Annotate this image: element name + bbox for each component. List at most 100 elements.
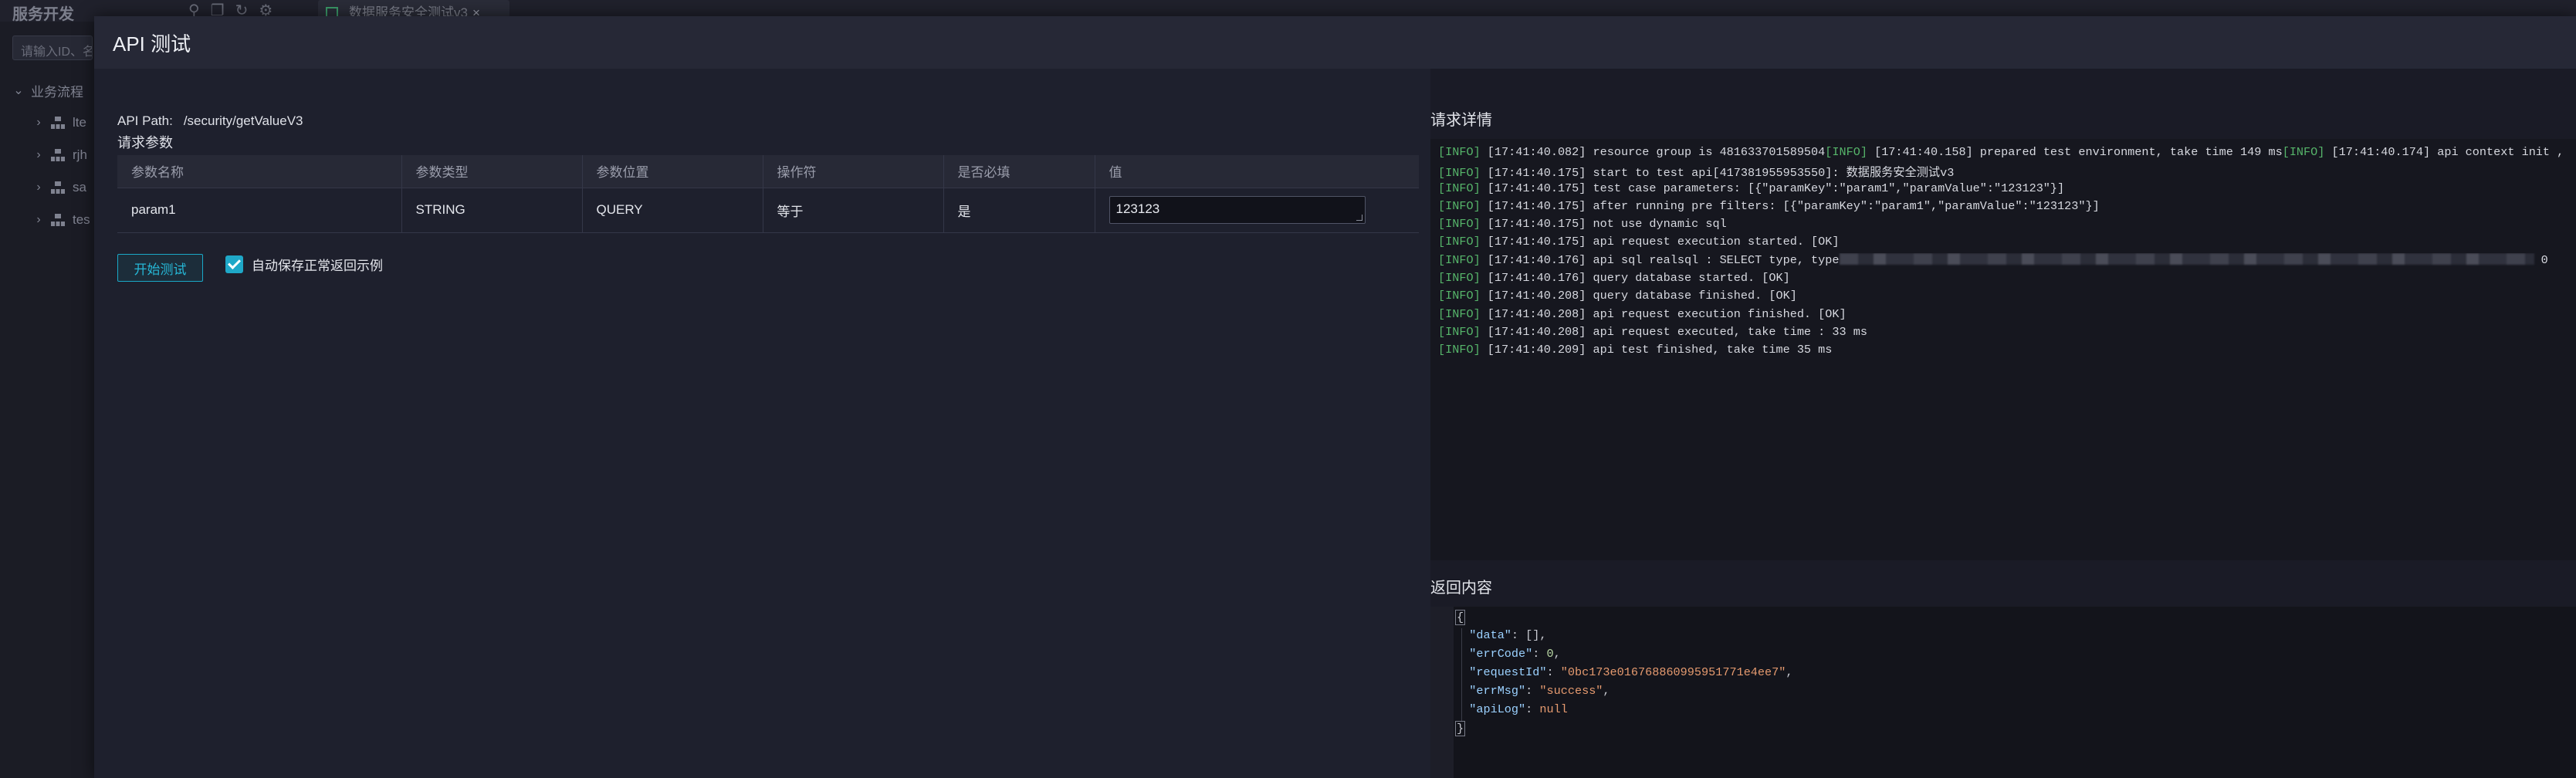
column-header: 参数位置 <box>582 155 763 188</box>
log-level: [INFO] <box>1438 181 1481 195</box>
tree-node[interactable]: ⌄ 业务流程 <box>0 74 96 107</box>
column-header: 是否必填 <box>943 155 1095 188</box>
log-line: [INFO] [17:41:40.175] after running pre … <box>1438 199 2568 217</box>
tree-node-label: 业务流程 <box>31 84 83 100</box>
json-line: } <box>1454 721 2576 739</box>
response-title: 返回内容 <box>1430 580 1492 597</box>
request-config-pane: API Path: /security/getValueV3 请求参数 参数名称 … <box>94 69 1430 778</box>
editor-gutter <box>1430 607 1454 778</box>
chevron-right-icon: › <box>36 148 41 161</box>
org-tree-icon <box>51 214 65 226</box>
column-header: 参数名称 <box>117 155 402 188</box>
json-value: 0 <box>1546 647 1554 661</box>
tree-node-label: sa <box>73 180 86 194</box>
log-level: [INFO] <box>1438 145 1481 159</box>
params-title: 请求参数 <box>117 135 173 151</box>
indent-guide <box>1461 665 1462 684</box>
json-comma: , <box>1539 628 1547 642</box>
autosave-checkbox[interactable]: 自动保存正常返回示例 <box>225 255 383 274</box>
log-level: [INFO] <box>1438 235 1481 249</box>
resize-handle-icon[interactable] <box>1356 215 1362 221</box>
log-level: [INFO] <box>1438 306 1481 321</box>
json-value: null <box>1539 702 1568 716</box>
api-path-value: /security/getValueV3 <box>183 113 303 128</box>
tree-node[interactable]: › lte <box>0 107 96 139</box>
request-detail-title: 请求详情 <box>1430 112 1492 129</box>
log-text: [17:41:40.175] start to test api[4173819… <box>1480 166 1955 181</box>
json-key: "errMsg" <box>1469 684 1526 698</box>
param-type: STRING <box>401 188 583 233</box>
json-brace-open: { <box>1455 610 1466 625</box>
business-tree: ⌄ 业务流程 › lte › rjh › sa › tes <box>0 74 96 236</box>
log-line: [INFO] [17:41:40.208] query database fin… <box>1438 289 2568 306</box>
log-text: [17:41:40.175] api request execution sta… <box>1480 235 1840 249</box>
chevron-right-icon: › <box>36 116 41 129</box>
tree-node[interactable]: › tes <box>0 204 96 236</box>
log-line: [INFO] [17:41:40.082] resource group is … <box>1438 145 2568 163</box>
tree-node[interactable]: › sa <box>0 171 96 204</box>
param-value-cell: 123123 <box>1095 188 1419 233</box>
app-title: 服务开发 <box>12 6 74 23</box>
tree-node-label: tes <box>73 212 90 227</box>
log-level: [INFO] <box>1438 324 1481 339</box>
json-value: "success" <box>1539 684 1603 698</box>
column-header: 参数类型 <box>401 155 583 188</box>
table-row: param1 STRING QUERY 等于 是 123123 <box>117 188 1419 233</box>
start-test-button[interactable]: 开始测试 <box>117 254 203 282</box>
param-operator: 等于 <box>763 188 944 233</box>
json-colon: : <box>1525 702 1540 716</box>
search-input[interactable]: 请输入ID、名称 <box>12 36 93 60</box>
json-colon: : <box>1511 628 1526 642</box>
param-position: QUERY <box>582 188 763 233</box>
json-brace-close: } <box>1455 721 1466 736</box>
log-line: [INFO] [17:41:40.176] query database sta… <box>1438 271 2568 289</box>
json-line: "errCode": 0, <box>1454 647 2576 665</box>
log-level: [INFO] <box>1438 198 1481 213</box>
json-value: [] <box>1525 628 1540 642</box>
org-tree-icon <box>51 149 65 161</box>
tree-node-label: rjh <box>73 147 87 162</box>
redacted-region <box>1839 252 2534 265</box>
log-text: [17:41:40.208] api request executed, tak… <box>1480 324 1867 339</box>
json-key: "data" <box>1469 628 1511 642</box>
tree-node-label: lte <box>73 115 86 130</box>
api-test-modal: API 测试 API Path: /security/getValueV3 请求参… <box>94 16 2576 778</box>
response-json-viewer[interactable]: { "data": [], "errCode": 0, "requestId":… <box>1430 607 2576 778</box>
log-text: [17:41:40.175] not use dynamic sql <box>1480 217 1727 232</box>
tree-node[interactable]: › rjh <box>0 139 96 171</box>
log-level: [INFO] <box>1438 217 1481 232</box>
column-header: 操作符 <box>763 155 944 188</box>
log-line: [INFO] [17:41:40.176] api sql realsql : … <box>1438 252 2568 271</box>
checkbox-checked-icon[interactable] <box>225 255 243 273</box>
params-table: 参数名称 参数类型 参数位置 操作符 是否必填 值 param1 STRING … <box>117 155 1419 233</box>
org-tree-icon <box>51 181 65 194</box>
indent-guide <box>1461 684 1462 702</box>
log-text: [17:41:40.176] api sql realsql : SELECT … <box>1480 252 1840 267</box>
log-level: [INFO] <box>1438 252 1481 267</box>
modal-title: API 测试 <box>113 32 191 56</box>
json-key: "requestId" <box>1469 665 1547 679</box>
json-line: "requestId": "0bc173e016768860995951771e… <box>1454 665 2576 684</box>
indent-guide <box>1461 702 1462 721</box>
log-level: [INFO] <box>1438 289 1481 303</box>
request-log[interactable]: [INFO] [17:41:40.082] resource group is … <box>1430 139 2576 560</box>
autosave-label: 自动保存正常返回示例 <box>252 259 383 273</box>
log-text: [17:41:40.176] query database started. [… <box>1480 271 1790 286</box>
log-level: [INFO] <box>1438 343 1481 357</box>
json-colon: : <box>1532 647 1547 661</box>
column-header: 值 <box>1095 155 1419 188</box>
log-line: [INFO] [17:41:40.208] api request execut… <box>1438 325 2568 343</box>
json-colon: : <box>1525 684 1540 698</box>
log-text: [17:41:40.209] api test finished, take t… <box>1480 343 1833 357</box>
param-name: param1 <box>117 188 402 233</box>
org-tree-icon <box>51 117 65 129</box>
log-text: [17:41:40.175] after running pre filters… <box>1480 198 2100 213</box>
log-line: [INFO] [17:41:40.175] start to test api[… <box>1438 163 2568 181</box>
json-value: "0bc173e016768860995951771e4ee7" <box>1560 665 1786 679</box>
json-key: "errCode" <box>1469 647 1533 661</box>
json-colon: : <box>1546 665 1561 679</box>
log-line: [INFO] [17:41:40.175] api request execut… <box>1438 235 2568 252</box>
json-line: { <box>1454 610 2576 628</box>
json-comma: , <box>1603 684 1610 698</box>
param-value-input[interactable]: 123123 <box>1109 196 1366 224</box>
